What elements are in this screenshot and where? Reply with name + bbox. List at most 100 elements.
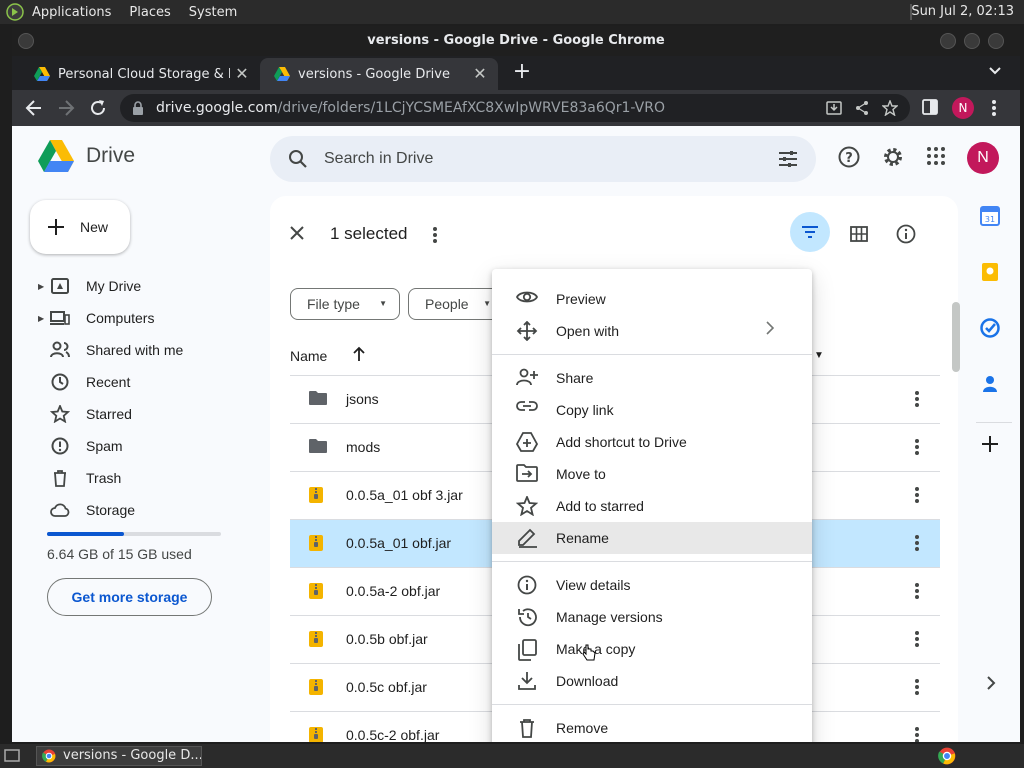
os-logo-icon[interactable] xyxy=(6,3,24,21)
row-more-actions-icon[interactable] xyxy=(914,534,920,552)
menu-item-label: Share xyxy=(556,370,594,386)
contacts-icon[interactable] xyxy=(980,374,1000,394)
download-icon xyxy=(516,671,538,691)
taskbar-chrome-window[interactable]: versions - Google D... xyxy=(36,746,202,766)
chrome-menu-icon[interactable] xyxy=(990,98,998,118)
help-icon[interactable]: ? xyxy=(838,146,860,168)
menu-item-move-to[interactable]: Move to xyxy=(492,458,812,490)
menu-item-download[interactable]: Download xyxy=(492,665,812,697)
search-input[interactable] xyxy=(324,136,744,182)
address-bar[interactable]: drive.google.com/drive/folders/1LCjYCSME… xyxy=(120,94,910,122)
row-more-actions-icon[interactable] xyxy=(914,390,920,408)
sidebar-item-starred[interactable]: Starred xyxy=(12,398,270,430)
view-details-info-icon[interactable] xyxy=(896,224,916,244)
expand-caret-icon[interactable]: ▶ xyxy=(38,314,44,323)
selection-more-actions-icon[interactable] xyxy=(432,226,438,244)
copy-icon xyxy=(516,639,538,661)
people-filter-chip[interactable]: People ▼ xyxy=(408,288,504,320)
sidebar-item-shared-with-me[interactable]: Shared with me xyxy=(12,334,270,366)
row-more-actions-icon[interactable] xyxy=(914,438,920,456)
get-addons-plus-icon[interactable] xyxy=(982,436,998,452)
eye-icon xyxy=(516,289,538,305)
sidebar-item-recent[interactable]: Recent xyxy=(12,366,270,398)
new-tab-plus-icon[interactable]: + xyxy=(512,61,532,83)
drive-logo[interactable]: Drive xyxy=(38,140,135,172)
os-clock[interactable]: Sun Jul 2, 02:13 xyxy=(911,4,1014,19)
account-avatar[interactable]: N xyxy=(967,142,999,174)
apps-grid-icon[interactable] xyxy=(926,146,946,166)
sidebar-item-my-drive[interactable]: ▶ My Drive xyxy=(12,270,270,302)
tab-close-icon[interactable]: ✕ xyxy=(472,66,488,82)
back-arrow-icon[interactable] xyxy=(24,98,44,118)
sidebar-item-spam[interactable]: Spam xyxy=(12,430,270,462)
drive-search-bar[interactable] xyxy=(270,136,816,182)
keep-icon[interactable] xyxy=(980,262,1000,282)
os-menu-system[interactable]: System xyxy=(189,5,237,20)
install-app-icon[interactable] xyxy=(826,100,842,116)
window-titlebar[interactable]: versions - Google Drive - Google Chrome xyxy=(12,26,1020,56)
window-minimize-button[interactable] xyxy=(940,33,956,49)
get-more-storage-button[interactable]: Get more storage xyxy=(47,578,212,616)
tab-search-chevron-icon[interactable] xyxy=(988,66,1002,76)
file-type-filter-chip[interactable]: File type ▼ xyxy=(290,288,400,320)
tasks-icon[interactable] xyxy=(980,318,1000,338)
menu-item-add-to-starred[interactable]: Add to starred xyxy=(492,490,812,522)
menu-item-preview[interactable]: Preview xyxy=(492,283,812,315)
expand-panel-chevron-icon[interactable] xyxy=(986,676,996,690)
menu-item-view-details[interactable]: View details xyxy=(492,569,812,601)
info-icon xyxy=(516,575,538,595)
window-menu-button[interactable] xyxy=(18,33,34,49)
os-menu-places[interactable]: Places xyxy=(129,5,170,20)
reload-icon[interactable] xyxy=(88,98,108,118)
forward-arrow-icon[interactable] xyxy=(56,98,76,118)
tab-versions-google-drive[interactable]: versions - Google Drive ✕ xyxy=(260,58,498,90)
sort-dropdown-arrow-icon[interactable]: ▼ xyxy=(814,350,824,361)
sort-ascending-arrow-icon[interactable] xyxy=(352,346,366,362)
menu-divider xyxy=(492,561,812,562)
bookmark-star-icon[interactable] xyxy=(882,100,898,116)
row-more-actions-icon[interactable] xyxy=(914,630,920,648)
menu-item-open-with[interactable]: Open with xyxy=(492,315,812,347)
name-column-header[interactable]: Name xyxy=(290,348,327,364)
menu-item-make-a-copy[interactable]: Make a copy xyxy=(492,633,812,665)
row-more-actions-icon[interactable] xyxy=(914,582,920,600)
settings-gear-icon[interactable] xyxy=(882,146,904,168)
menu-item-copy-link[interactable]: Copy link xyxy=(492,394,812,426)
grid-view-icon[interactable] xyxy=(850,226,868,242)
tray-chrome-icon[interactable] xyxy=(938,747,956,765)
os-menu-applications[interactable]: Applications xyxy=(32,5,111,20)
row-more-actions-icon[interactable] xyxy=(914,486,920,504)
file-list-scrollbar[interactable] xyxy=(952,302,960,372)
side-panel-icon[interactable] xyxy=(922,98,938,116)
share-icon[interactable] xyxy=(854,100,870,116)
move-arrows-icon xyxy=(516,321,538,341)
sidebar-item-trash[interactable]: Trash xyxy=(12,462,270,494)
menu-item-manage-versions[interactable]: Manage versions xyxy=(492,601,812,633)
menu-item-share[interactable]: Share xyxy=(492,362,812,394)
window-maximize-button[interactable] xyxy=(964,33,980,49)
clear-selection-close-icon[interactable] xyxy=(290,226,304,240)
search-options-icon[interactable] xyxy=(778,150,798,168)
lock-icon[interactable] xyxy=(132,101,144,115)
filter-toggle-button[interactable] xyxy=(790,212,830,252)
row-more-actions-icon[interactable] xyxy=(914,678,920,696)
search-icon[interactable] xyxy=(288,149,308,169)
new-button-label: New xyxy=(80,219,109,235)
tab-close-icon[interactable]: ✕ xyxy=(234,66,250,82)
tab-personal-cloud-storage[interactable]: Personal Cloud Storage & File ✕ xyxy=(20,58,260,90)
filter-chip-label: File type xyxy=(307,296,360,312)
menu-item-add-shortcut-to-drive[interactable]: Add shortcut to Drive xyxy=(492,426,812,458)
window-close-button[interactable] xyxy=(988,33,1004,49)
profile-avatar[interactable]: N xyxy=(952,97,974,119)
new-button[interactable]: New xyxy=(30,200,130,254)
menu-item-remove[interactable]: Remove xyxy=(492,712,812,742)
sidebar-item-storage[interactable]: Storage xyxy=(12,494,270,526)
expand-caret-icon[interactable]: ▶ xyxy=(38,282,44,291)
row-more-actions-icon[interactable] xyxy=(914,726,920,742)
person-add-icon xyxy=(516,368,538,386)
show-desktop-icon[interactable] xyxy=(4,748,20,764)
sidebar-item-computers[interactable]: ▶ Computers xyxy=(12,302,270,334)
calendar-icon[interactable]: 31 xyxy=(980,206,1000,226)
menu-item-rename[interactable]: Rename xyxy=(492,522,812,554)
archive-file-icon xyxy=(308,486,324,504)
